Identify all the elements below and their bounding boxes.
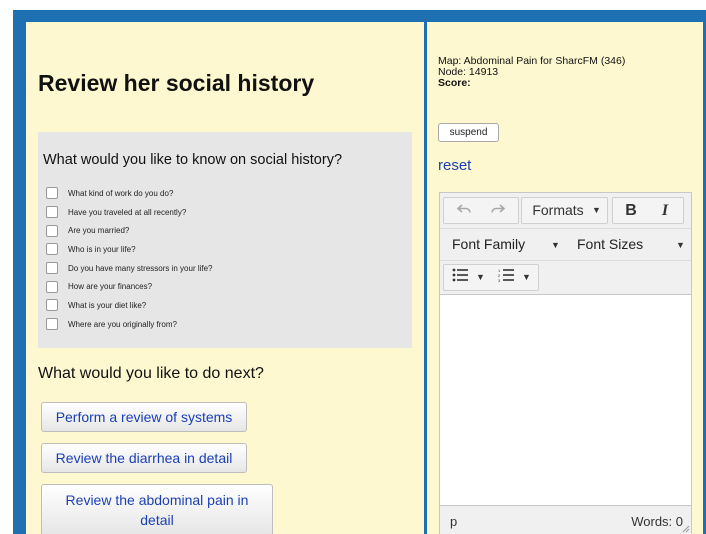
- chevron-down-icon[interactable]: ▼: [476, 272, 485, 282]
- question-options: What kind of work do you do? Have you tr…: [46, 184, 213, 334]
- list-group: ▼ 123 ▼: [443, 264, 539, 291]
- map-info: Map: Abdominal Pain for SharcFM (346) No…: [438, 56, 625, 89]
- font-sizes-dropdown[interactable]: Font Sizes: [577, 229, 643, 260]
- checkbox[interactable]: [46, 206, 58, 219]
- option-label: Are you married?: [68, 226, 130, 236]
- rich-text-editor: Formats ▼ B I Font Family ▼ Font Sizes ▼…: [439, 192, 692, 534]
- resize-handle-icon[interactable]: [682, 525, 690, 533]
- bullet-list-icon[interactable]: [450, 265, 470, 290]
- history-group: [443, 197, 519, 224]
- frame-left-border: [13, 10, 26, 534]
- formats-dropdown[interactable]: Formats ▼: [521, 197, 608, 224]
- review-diarrhea-button[interactable]: Review the diarrhea in detail: [41, 443, 247, 473]
- undo-icon[interactable]: [452, 198, 476, 223]
- checkbox[interactable]: [46, 280, 58, 293]
- option-label: What kind of work do you do?: [68, 188, 174, 198]
- chevron-down-icon: ▼: [592, 205, 601, 215]
- svg-text:3: 3: [498, 278, 501, 282]
- formats-label: Formats: [532, 202, 584, 218]
- bold-button[interactable]: B: [619, 198, 643, 223]
- option-work[interactable]: What kind of work do you do?: [46, 184, 213, 203]
- redo-icon[interactable]: [486, 198, 510, 223]
- next-step-title: What would you like to do next?: [38, 365, 264, 382]
- element-path[interactable]: p: [450, 514, 457, 529]
- page-title: Review her social history: [38, 70, 315, 96]
- option-label: How are your finances?: [68, 282, 153, 292]
- font-family-dropdown[interactable]: Font Family: [452, 229, 525, 260]
- option-travel[interactable]: Have you traveled at all recently?: [46, 203, 213, 222]
- checkbox[interactable]: [46, 318, 58, 331]
- editor-toolbar-row-1: Formats ▼ B I: [440, 193, 691, 229]
- score-label: Score:: [438, 77, 471, 89]
- checkbox[interactable]: [46, 187, 58, 200]
- checkbox[interactable]: [46, 243, 58, 256]
- review-abdominal-pain-button[interactable]: Review the abdominal pain in detail: [41, 484, 273, 534]
- option-finances[interactable]: How are your finances?: [46, 277, 213, 296]
- option-diet[interactable]: What is your diet like?: [46, 296, 213, 315]
- editor-toolbar-row-2: Font Family ▼ Font Sizes ▼: [440, 229, 691, 261]
- numbered-list-icon[interactable]: 123: [496, 265, 516, 290]
- option-label: What is your diet like?: [68, 300, 147, 310]
- review-of-systems-button[interactable]: Perform a review of systems: [41, 402, 247, 432]
- editor-content-area[interactable]: [440, 295, 691, 505]
- content-pane: Review her social history What would you…: [26, 22, 424, 534]
- suspend-button[interactable]: suspend: [438, 123, 499, 142]
- italic-button[interactable]: I: [653, 198, 677, 223]
- editor-toolbar-row-3: ▼ 123 ▼: [440, 261, 691, 295]
- word-count: Words: 0: [631, 514, 683, 529]
- frame-top-bar: [13, 10, 706, 22]
- option-label: Who is in your life?: [68, 244, 136, 254]
- next-step-buttons: Perform a review of systems Review the d…: [41, 402, 273, 534]
- chevron-down-icon: ▼: [551, 240, 560, 250]
- text-style-group: B I: [612, 197, 684, 224]
- editor-statusbar: p Words: 0: [440, 505, 691, 534]
- checkbox[interactable]: [46, 299, 58, 312]
- option-label: Do you have many stressors in your life?: [68, 263, 213, 273]
- sidebar-pane: Map: Abdominal Pain for SharcFM (346) No…: [427, 22, 703, 534]
- chevron-down-icon: ▼: [676, 240, 685, 250]
- reset-link[interactable]: reset: [438, 157, 471, 174]
- checkbox[interactable]: [46, 224, 58, 237]
- checkbox[interactable]: [46, 262, 58, 275]
- option-label: Have you traveled at all recently?: [68, 207, 187, 217]
- social-history-question-box: What would you like to know on social hi…: [38, 132, 412, 348]
- option-origin[interactable]: Where are you originally from?: [46, 315, 213, 334]
- option-married[interactable]: Are you married?: [46, 221, 213, 240]
- option-label: Where are you originally from?: [68, 319, 177, 329]
- chevron-down-icon[interactable]: ▼: [522, 272, 531, 282]
- option-who-in-life[interactable]: Who is in your life?: [46, 240, 213, 259]
- question-title: What would you like to know on social hi…: [43, 152, 343, 168]
- option-stressors[interactable]: Do you have many stressors in your life?: [46, 259, 213, 278]
